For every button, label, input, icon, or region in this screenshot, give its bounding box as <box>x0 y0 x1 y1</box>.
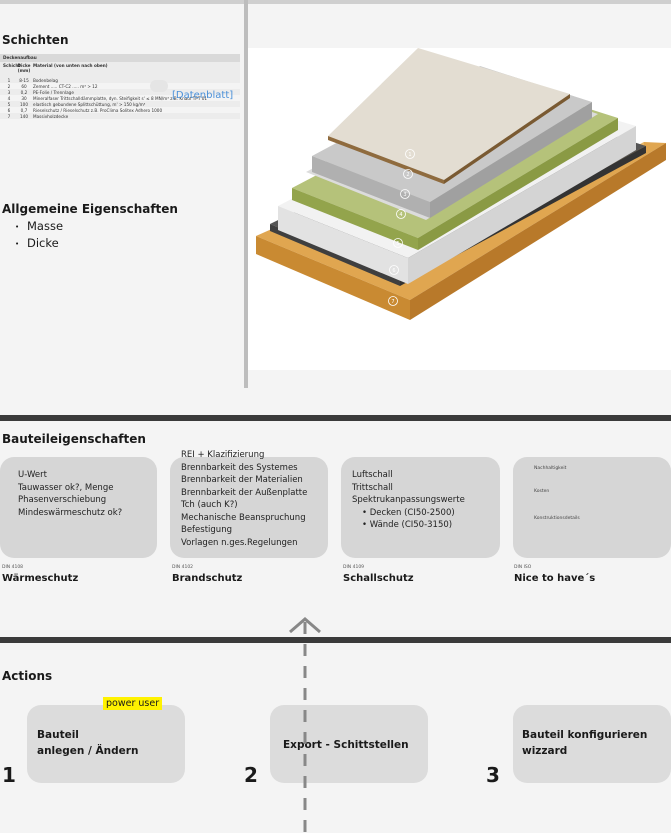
card-norm: DIN ISO <box>514 565 532 570</box>
table-cell: Rieselschutz / Rieselschutz z.B. ProClim… <box>33 107 163 113</box>
allgemeine-title: Allgemeine Eigenschaften <box>2 202 178 216</box>
card-norm: DIN 4102 <box>172 565 194 570</box>
table-cell: 140 <box>20 113 28 119</box>
card-item: Mechanische Beanspruchung <box>181 512 306 523</box>
section-divider-actions <box>0 637 671 643</box>
card-label-waermeschutz: Wärmeschutz <box>2 573 79 584</box>
power-user-badge: power user <box>103 697 163 710</box>
action-label: Bauteil <box>37 729 79 741</box>
datasheet-pointer <box>150 80 168 92</box>
layer-marker-label: 6 <box>392 268 395 274</box>
floor-buildup-illustration: 1 2 3 4 5 6 7 <box>248 48 671 370</box>
card-item: Befestigung <box>181 525 232 535</box>
table-row: 7 140 Massivholzdecke <box>0 113 240 119</box>
card-item: Luftschall <box>352 470 393 480</box>
allgemeine-list: Masse Dicke <box>5 218 63 252</box>
card-subitem: • Wände (CI50-3150) <box>362 520 453 530</box>
card-waermeschutz[interactable]: U-Wert Tauwasser ok?, Menge Phasenversch… <box>0 457 157 558</box>
card-item: REI + Klazifizierung <box>181 450 265 460</box>
card-item: Brennbarkeit des Systemes <box>181 462 298 473</box>
table-cell: Zement ..... CT-C2 ..... m³ > 12 <box>33 83 98 89</box>
bauteil-title: Bauteileigenschaften <box>2 432 146 446</box>
card-item: Brennbarkeit der Materialien <box>181 475 303 485</box>
datasheet-table[interactable]: Deckenaufbau Schicht Dicke (mm) Material… <box>0 54 240 119</box>
datasheet-link[interactable]: [Datenblatt] <box>172 90 233 101</box>
section-divider-bauteil <box>0 415 671 421</box>
table-cell: 100 <box>20 101 28 107</box>
table-cell: 0,7 <box>20 107 28 113</box>
table-row: 1 8-15 Bodenbelag <box>0 77 240 83</box>
action-label: wizzard <box>522 745 568 757</box>
card-item: Mindeswärmeschutz ok? <box>18 507 123 518</box>
table-cell: 3 <box>7 89 11 95</box>
datasheet-header: Deckenaufbau <box>0 54 240 62</box>
table-cell: 5 <box>7 101 11 107</box>
list-item: Masse <box>27 218 63 235</box>
card-subitem: • Decken (CI50-2500) <box>362 507 455 518</box>
card-label-brandschutz: Brandschutz <box>172 573 243 584</box>
table-cell: 2 <box>7 83 11 89</box>
layer-marker-label: 2 <box>406 172 409 178</box>
card-item: Kosten <box>534 489 550 494</box>
col-schicht: Schicht <box>3 63 21 68</box>
card-item: U-Wert <box>18 470 47 480</box>
action-number: 3 <box>486 763 500 787</box>
card-item: Spektrukanpassungswerte <box>352 495 465 505</box>
table-cell: 0,2 <box>20 89 28 95</box>
col-dicke: Dicke (mm) <box>17 63 31 73</box>
card-item: Vorlagen n.ges.Regelungen <box>181 537 298 548</box>
table-cell: 30 <box>21 95 27 101</box>
layer-marker-label: 3 <box>403 192 406 198</box>
datasheet-column-headers: Schicht Dicke (mm) Material (von unten n… <box>0 62 240 77</box>
table-cell: 6 <box>7 107 11 113</box>
table-cell: elastisch gebundene Splittschüttung, m' … <box>33 101 146 107</box>
layer-marker-label: 7 <box>391 299 394 305</box>
table-row: 6 0,7 Rieselschutz / Rieselschutz z.B. Pro… <box>0 107 240 113</box>
card-item: Tauwasser ok?, Menge <box>18 482 114 493</box>
action-bauteil-anlegen-button[interactable]: Bauteil anlegen / Ändern <box>27 705 185 783</box>
list-item: Dicke <box>27 235 63 252</box>
card-label-nice-to-have: Nice to have´s <box>514 573 596 584</box>
card-label-schallschutz: Schallschutz <box>343 573 414 584</box>
card-item: Konstruktionsdetails <box>534 516 580 521</box>
table-cell: 60 <box>21 83 27 89</box>
table-cell: Bodenbelag <box>33 77 58 83</box>
col-material: Material (von unten nach oben) <box>33 63 108 68</box>
card-item: Trittschall <box>352 482 393 493</box>
action-label: anlegen / Ändern <box>37 745 139 757</box>
table-cell: Massivholzdecke <box>33 113 69 119</box>
action-label: Bauteil konfigurieren <box>522 729 648 741</box>
top-divider <box>0 0 671 4</box>
action-number: 1 <box>2 763 16 787</box>
card-item: Tch (auch K?) <box>181 500 238 510</box>
layer-marker-label: 4 <box>399 212 402 218</box>
table-cell: 7 <box>7 113 11 119</box>
action-bauteil-konfigurieren-button[interactable]: Bauteil konfigurieren wizzard <box>513 705 671 783</box>
layer-marker-label: 1 <box>408 152 411 158</box>
layer-marker-label: 5 <box>396 241 399 247</box>
arrow-up-icon <box>289 617 321 833</box>
table-cell: 4 <box>7 95 11 101</box>
card-norm: DIN 4109 <box>343 565 365 570</box>
action-number: 2 <box>244 763 258 787</box>
table-cell: 8-15 <box>19 77 29 83</box>
actions-title: Actions <box>2 669 53 683</box>
table-row: 2 60 Zement ..... CT-C2 ..... m³ > 12 <box>0 83 240 89</box>
table-row: 5 100 elastisch gebundene Splittschüttung,… <box>0 101 240 107</box>
card-item: Nachhaltigkeit <box>534 466 567 471</box>
schichten-title: Schichten <box>2 33 69 47</box>
card-item: Phasenverschiebung <box>18 495 107 505</box>
card-item: Brennbarkeit der Außenplatte <box>181 487 308 498</box>
table-cell: 1 <box>7 77 11 83</box>
card-norm: DIN 4108 <box>2 565 24 570</box>
card-schallschutz[interactable]: Luftschall Trittschall Spektrukanpassung… <box>341 457 500 558</box>
card-nice-to-have[interactable]: Nachhaltigkeit Kosten Konstruktionsdetai… <box>513 457 671 558</box>
